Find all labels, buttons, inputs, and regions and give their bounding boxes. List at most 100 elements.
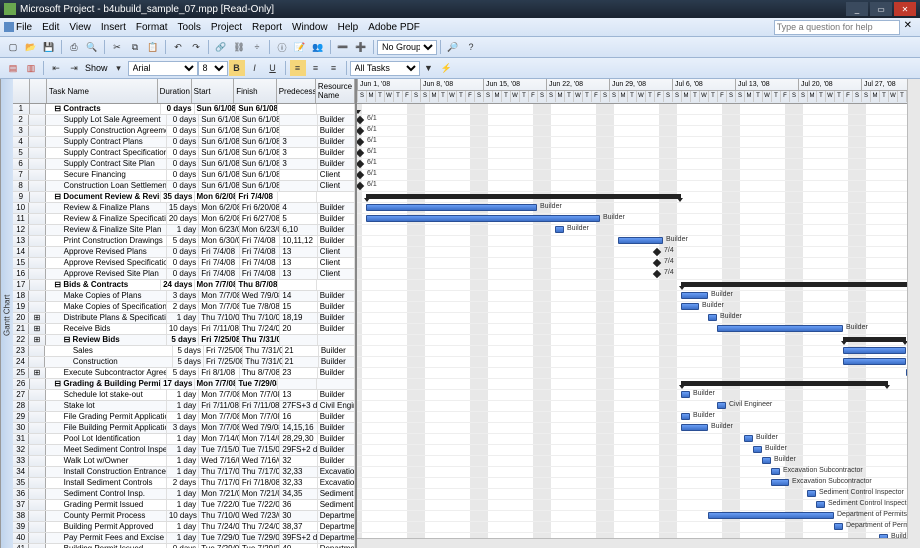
task-row[interactable]: 9 ⊟ Document Review & Revision 35 days M… bbox=[13, 192, 355, 203]
menu-close-icon[interactable]: ✕ bbox=[904, 20, 912, 35]
zoom-out-icon[interactable]: ➖ bbox=[335, 39, 351, 55]
indent-icon[interactable]: ⇥ bbox=[66, 60, 82, 76]
task-row[interactable]: 31 Pool Lot Identification 1 day Mon 7/1… bbox=[13, 434, 355, 445]
show-dropdown-icon[interactable]: ▾ bbox=[111, 60, 127, 76]
task-row[interactable]: 17 ⊟ Bids & Contracts 24 days Mon 7/7/08… bbox=[13, 280, 355, 291]
task-row[interactable]: 12 Review & Finalize Site Plan 1 day Mon… bbox=[13, 225, 355, 236]
bold-icon[interactable]: B bbox=[229, 60, 245, 76]
gantt-chart[interactable]: Jun 1, '08SMTWTFSJun 8, '08SMTWTFSJun 15… bbox=[357, 79, 920, 548]
task-row[interactable]: 41 Building Permit Issued 0 days Tue 7/2… bbox=[13, 544, 355, 548]
col-header[interactable]: Finish bbox=[234, 79, 277, 103]
pdf-icon[interactable]: ▤ bbox=[5, 60, 21, 76]
col-header[interactable]: Predecessors bbox=[277, 79, 316, 103]
milestone[interactable] bbox=[357, 116, 364, 124]
help-search-input[interactable] bbox=[774, 20, 900, 35]
milestone[interactable] bbox=[653, 248, 661, 256]
align-left-icon[interactable]: ≡ bbox=[290, 60, 306, 76]
redo-icon[interactable]: ↷ bbox=[188, 39, 204, 55]
milestone[interactable] bbox=[357, 138, 364, 146]
task-row[interactable]: 2 Supply Lot Sale Agreement 0 days Sun 6… bbox=[13, 115, 355, 126]
milestone[interactable] bbox=[357, 127, 364, 135]
task-bar[interactable] bbox=[681, 413, 690, 420]
task-row[interactable]: 14 Approve Revised Plans 0 days Fri 7/4/… bbox=[13, 247, 355, 258]
help-icon[interactable]: ? bbox=[463, 39, 479, 55]
summary-bar[interactable] bbox=[843, 337, 906, 342]
task-row[interactable]: 39 Building Permit Approved 1 day Thu 7/… bbox=[13, 522, 355, 533]
milestone[interactable] bbox=[357, 182, 364, 190]
task-row[interactable]: 20 ⊞ Distribute Plans & Specifications 1… bbox=[13, 313, 355, 324]
task-row[interactable]: 5 Supply Contract Specifications 0 days … bbox=[13, 148, 355, 159]
task-row[interactable]: 21 ⊞ Receive Bids 10 days Fri 7/11/08 Th… bbox=[13, 324, 355, 335]
task-bar[interactable] bbox=[366, 215, 600, 222]
save-icon[interactable]: 💾 bbox=[41, 39, 57, 55]
col-header[interactable]: Task Name bbox=[47, 79, 158, 103]
task-row[interactable]: 1 ⊟ Contracts 0 days Sun 6/1/08 Sun 6/1/… bbox=[13, 104, 355, 115]
menu-format[interactable]: Format bbox=[136, 22, 168, 33]
task-row[interactable]: 8 Construction Loan Settlement 0 days Su… bbox=[13, 181, 355, 192]
task-bar[interactable] bbox=[753, 446, 762, 453]
task-row[interactable]: 10 Review & Finalize Plans 15 days Mon 6… bbox=[13, 203, 355, 214]
open-icon[interactable]: 📂 bbox=[23, 39, 39, 55]
task-row[interactable]: 25 ⊞ Execute Subcontractor Agreements 5 … bbox=[13, 368, 355, 379]
menu-view[interactable]: View bbox=[69, 22, 91, 33]
task-bar[interactable] bbox=[618, 237, 663, 244]
pdf2-icon[interactable]: ▥ bbox=[23, 60, 39, 76]
info-icon[interactable]: ⓘ bbox=[274, 39, 290, 55]
task-row[interactable]: 4 Supply Contract Plans 0 days Sun 6/1/0… bbox=[13, 137, 355, 148]
task-bar[interactable] bbox=[708, 512, 834, 519]
link-icon[interactable]: 🔗 bbox=[213, 39, 229, 55]
paste-icon[interactable]: 📋 bbox=[145, 39, 161, 55]
task-row[interactable]: 24 Construction 5 days Fri 7/25/08 Thu 7… bbox=[13, 357, 355, 368]
task-bar[interactable] bbox=[834, 523, 843, 530]
task-row[interactable]: 27 Schedule lot stake-out 1 day Mon 7/7/… bbox=[13, 390, 355, 401]
font-select[interactable]: Arial bbox=[128, 61, 198, 76]
size-select[interactable]: 8 bbox=[198, 61, 228, 76]
task-row[interactable]: 34 Install Construction Entrance 1 day T… bbox=[13, 467, 355, 478]
task-bar[interactable] bbox=[681, 303, 699, 310]
task-row[interactable]: 22 ⊞ ⊟ Review Bids 5 days Fri 7/25/08 Th… bbox=[13, 335, 355, 346]
split-icon[interactable]: ÷ bbox=[249, 39, 265, 55]
underline-icon[interactable]: U bbox=[265, 60, 281, 76]
task-row[interactable]: 28 Stake lot 1 day Fri 7/11/08 Fri 7/11/… bbox=[13, 401, 355, 412]
assign-icon[interactable]: 👥 bbox=[310, 39, 326, 55]
notes-icon[interactable]: 📝 bbox=[292, 39, 308, 55]
task-bar[interactable] bbox=[807, 490, 816, 497]
milestone[interactable] bbox=[653, 259, 661, 267]
goto-icon[interactable]: 🔎 bbox=[445, 39, 461, 55]
menu-adobe-pdf[interactable]: Adobe PDF bbox=[368, 22, 420, 33]
undo-icon[interactable]: ↶ bbox=[170, 39, 186, 55]
milestone[interactable] bbox=[653, 270, 661, 278]
task-row[interactable]: 37 Grading Permit Issued 1 day Tue 7/22/… bbox=[13, 500, 355, 511]
task-row[interactable]: 11 Review & Finalize Specifications 20 d… bbox=[13, 214, 355, 225]
task-bar[interactable] bbox=[843, 347, 906, 354]
align-right-icon[interactable]: ≡ bbox=[326, 60, 342, 76]
task-row[interactable]: 15 Approve Revised Specifications 0 days… bbox=[13, 258, 355, 269]
task-row[interactable]: 7 Secure Financing 0 days Sun 6/1/08 Sun… bbox=[13, 170, 355, 181]
task-row[interactable]: 32 Meet Sediment Control Inspector 1 day… bbox=[13, 445, 355, 456]
menu-tools[interactable]: Tools bbox=[178, 22, 201, 33]
col-header[interactable]: Duration bbox=[158, 79, 192, 103]
task-bar[interactable] bbox=[681, 292, 708, 299]
new-icon[interactable]: ▢ bbox=[5, 39, 21, 55]
col-header[interactable] bbox=[30, 79, 47, 103]
task-bar[interactable] bbox=[681, 424, 708, 431]
summary-bar[interactable] bbox=[366, 194, 681, 199]
wizard-icon[interactable]: ⚡ bbox=[439, 60, 455, 76]
task-bar[interactable] bbox=[717, 402, 726, 409]
col-header[interactable] bbox=[13, 79, 30, 103]
vertical-scrollbar[interactable] bbox=[907, 79, 920, 548]
menu-edit[interactable]: Edit bbox=[42, 22, 59, 33]
task-bar[interactable] bbox=[555, 226, 564, 233]
task-row[interactable]: 26 ⊟ Grading & Building Permits 17 days … bbox=[13, 379, 355, 390]
menu-insert[interactable]: Insert bbox=[101, 22, 126, 33]
task-bar[interactable] bbox=[816, 501, 825, 508]
summary-bar[interactable] bbox=[681, 282, 920, 287]
horizontal-scrollbar[interactable] bbox=[357, 538, 908, 548]
task-bar[interactable] bbox=[771, 468, 780, 475]
preview-icon[interactable]: 🔍 bbox=[84, 39, 100, 55]
task-row[interactable]: 36 Sediment Control Insp. 1 day Mon 7/21… bbox=[13, 489, 355, 500]
task-bar[interactable] bbox=[366, 204, 537, 211]
filter-select[interactable]: All Tasks bbox=[350, 61, 420, 76]
outdent-icon[interactable]: ⇤ bbox=[48, 60, 64, 76]
col-header[interactable]: Start bbox=[192, 79, 235, 103]
